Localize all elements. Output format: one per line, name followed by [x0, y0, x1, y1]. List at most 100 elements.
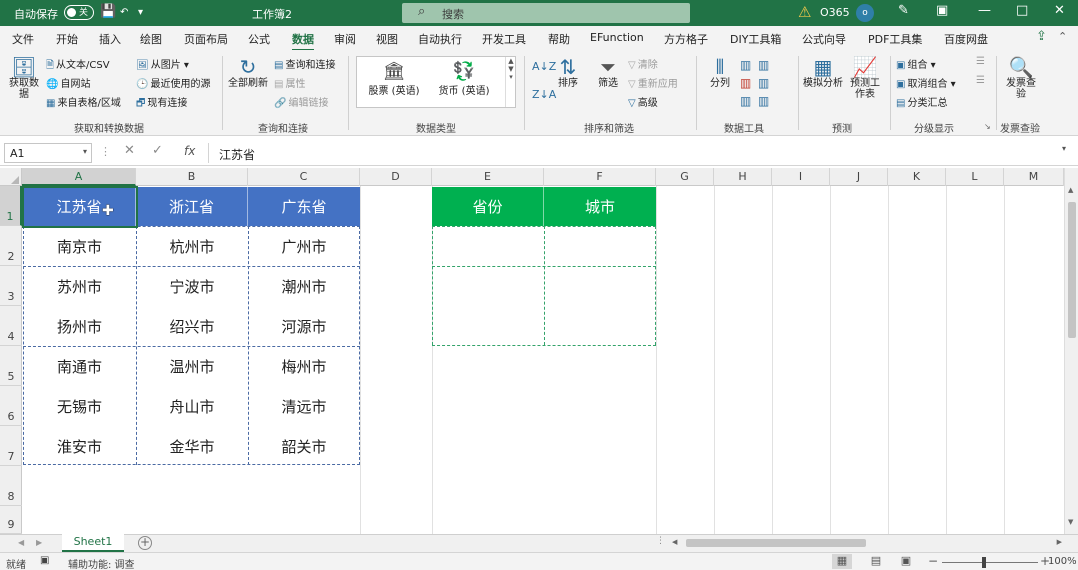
remove-duplicates-icon[interactable]: ▥ — [740, 76, 751, 90]
autosave-toggle[interactable]: 关 — [64, 5, 94, 20]
cell-c6[interactable]: 清远市 — [248, 386, 360, 426]
column-header-b[interactable]: B — [136, 168, 248, 186]
normal-view-icon[interactable]: ▦ — [832, 554, 852, 569]
pen-icon[interactable]: ✎ — [898, 3, 909, 18]
properties-button[interactable]: ▤ 属性 — [274, 75, 305, 90]
data-validation-icon[interactable]: ▥ — [740, 94, 751, 108]
zoom-out-icon[interactable]: − — [928, 554, 938, 568]
from-table-button[interactable]: ▦ 来自表格/区域 — [46, 94, 121, 109]
insert-function-button[interactable]: fx — [184, 144, 195, 158]
save-icon[interactable]: 💾 — [100, 4, 116, 19]
sort-button[interactable]: ⇅ 排序 — [554, 56, 582, 89]
zoom-slider-knob[interactable] — [982, 557, 986, 568]
column-header-f[interactable]: F — [544, 168, 656, 186]
scroll-down-icon[interactable]: ▼ — [1068, 518, 1073, 526]
column-header-k[interactable]: K — [888, 168, 946, 186]
cell-a2[interactable]: 南京市 — [23, 226, 136, 266]
get-data-button[interactable]: 🗄 获取数据 — [6, 56, 42, 100]
cell-b6[interactable]: 舟山市 — [136, 386, 248, 426]
column-header-a[interactable]: A — [22, 168, 136, 186]
formula-input[interactable]: 江苏省 — [208, 143, 1074, 163]
search-box[interactable]: ⌕ 搜索 — [402, 3, 690, 23]
scroll-left-icon[interactable]: ◀ — [672, 538, 677, 546]
recent-sources-button[interactable]: 🕒 最近使用的源 — [136, 75, 210, 90]
cell-b2[interactable]: 杭州市 — [136, 226, 248, 266]
cell-b7[interactable]: 金华市 — [136, 426, 248, 466]
avatar[interactable]: o — [856, 4, 874, 22]
invoice-check-button[interactable]: 🔍 发票查验 — [1004, 56, 1038, 100]
cell-a5[interactable]: 南通市 — [23, 346, 136, 386]
expand-formula-icon[interactable]: ▾ — [1062, 144, 1066, 153]
cell-b4[interactable]: 绍兴市 — [136, 306, 248, 346]
flash-fill-icon[interactable]: ▥ — [740, 58, 751, 72]
close-icon[interactable]: ✕ — [1054, 3, 1065, 18]
name-box[interactable]: A1 ▾ — [4, 143, 92, 163]
cancel-icon[interactable]: ✕ — [124, 143, 135, 158]
tab-pdf[interactable]: PDF工具集 — [868, 31, 922, 47]
tab-data[interactable]: 数据 — [292, 31, 314, 51]
cell-c5[interactable]: 梅州市 — [248, 346, 360, 386]
row-header-7[interactable]: 7 — [0, 426, 22, 466]
cell-a7[interactable]: 淮安市 — [23, 426, 136, 466]
advanced-button[interactable]: ▽ 高级 — [628, 94, 658, 109]
cell-b5[interactable]: 温州市 — [136, 346, 248, 386]
row-header-6[interactable]: 6 — [0, 386, 22, 426]
column-header-d[interactable]: D — [360, 168, 432, 186]
tab-file[interactable]: 文件 — [12, 31, 34, 47]
text-to-columns-button[interactable]: ⫴ 分列 — [704, 56, 736, 89]
column-header-e[interactable]: E — [432, 168, 544, 186]
row-header-2[interactable]: 2 — [0, 226, 22, 266]
sort-desc-icon[interactable]: Z↓A — [532, 88, 556, 101]
tab-diy[interactable]: DIY工具箱 — [730, 31, 781, 47]
column-header-i[interactable]: I — [772, 168, 830, 186]
warning-icon[interactable]: ⚠ — [798, 3, 811, 21]
cell-c4[interactable]: 河源市 — [248, 306, 360, 346]
cell-c2[interactable]: 广州市 — [248, 226, 360, 266]
row-header-1[interactable]: 1 — [0, 186, 22, 226]
accessibility-status[interactable]: 辅助功能: 调查 — [68, 556, 135, 570]
tab-home[interactable]: 开始 — [56, 31, 78, 47]
group-button[interactable]: ▣ 组合 ▾ — [896, 56, 936, 71]
share-icon[interactable]: ⇪ — [1036, 29, 1047, 44]
edit-links-button[interactable]: 🔗 编辑链接 — [274, 94, 328, 109]
cell-a1[interactable]: 江苏省 — [23, 187, 136, 226]
zoom-level[interactable]: 100% — [1048, 556, 1077, 567]
cell-b3[interactable]: 宁波市 — [136, 266, 248, 306]
tab-automate[interactable]: 自动执行 — [418, 31, 462, 47]
cell-c1[interactable]: 广东省 — [248, 187, 360, 226]
column-header-h[interactable]: H — [714, 168, 772, 186]
worksheet-grid[interactable]: A B C D E F G H I J K L M 1 2 3 4 5 6 7 … — [0, 168, 1064, 534]
customize-qat-icon[interactable]: ▾ — [138, 7, 143, 18]
data-model-icon[interactable]: ▥ — [758, 94, 769, 108]
horizontal-scrollbar[interactable]: ◀ ▶ — [670, 538, 1064, 549]
ribbon-display-icon[interactable]: ▣ — [936, 3, 948, 18]
outline-launcher-icon[interactable]: ↘ — [984, 122, 991, 131]
cell-b1[interactable]: 浙江省 — [136, 187, 248, 226]
from-text-csv-button[interactable]: 🗎 从文本/CSV — [46, 56, 110, 75]
cell-c7[interactable]: 韶关市 — [248, 426, 360, 466]
reapply-button[interactable]: ▽ 重新应用 — [628, 75, 678, 90]
prev-sheet-icon[interactable]: ◀ — [18, 538, 24, 547]
cell-e1[interactable]: 省份 — [432, 187, 544, 226]
column-header-j[interactable]: J — [830, 168, 888, 186]
existing-connections-button[interactable]: 🗗 现有连接 — [136, 94, 187, 113]
cell-a4[interactable]: 扬州市 — [23, 306, 136, 346]
scroll-right-icon[interactable]: ▶ — [1057, 538, 1062, 546]
relationships-icon[interactable]: ▥ — [758, 76, 769, 90]
tab-efunction[interactable]: EFunction — [590, 31, 644, 44]
column-header-c[interactable]: C — [248, 168, 360, 186]
row-header-9[interactable]: 9 — [0, 506, 22, 534]
tab-formula-wizard[interactable]: 公式向导 — [802, 31, 846, 47]
tab-formulas[interactable]: 公式 — [248, 31, 270, 47]
hide-detail-icon[interactable]: ☰ — [976, 75, 985, 86]
queries-connections-button[interactable]: ▤ 查询和连接 — [274, 56, 335, 71]
horizontal-scroll-thumb[interactable] — [686, 539, 866, 547]
column-header-g[interactable]: G — [656, 168, 714, 186]
account-name[interactable]: O365 — [820, 6, 850, 19]
page-layout-view-icon[interactable]: ▤ — [866, 554, 886, 569]
zoom-slider[interactable] — [942, 562, 1038, 563]
column-header-m[interactable]: M — [1004, 168, 1064, 186]
clear-button[interactable]: ▽ 清除 — [628, 56, 658, 71]
tab-help[interactable]: 帮助 — [548, 31, 570, 47]
from-picture-button[interactable]: 🖼 从图片 ▾ — [136, 56, 189, 71]
